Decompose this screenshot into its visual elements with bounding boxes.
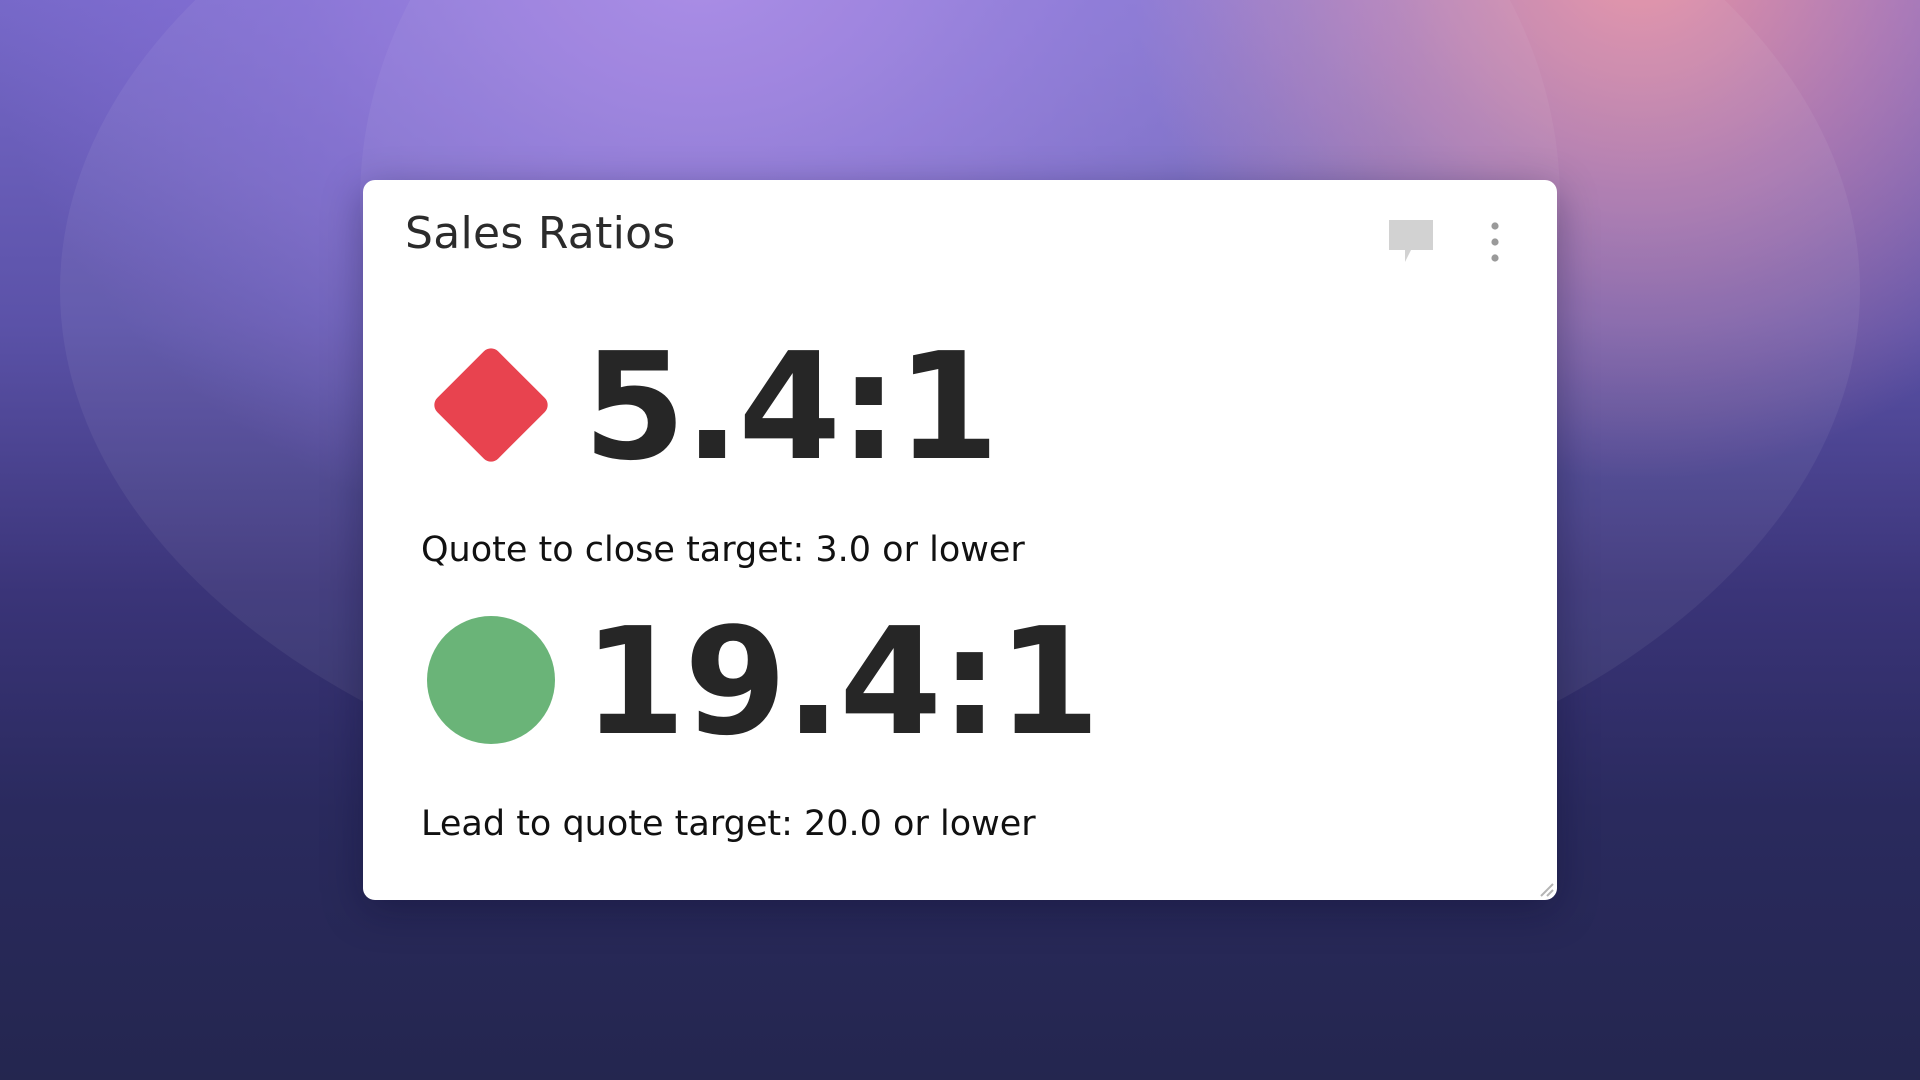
green-circle-icon: [427, 616, 555, 744]
comment-button[interactable]: [1387, 218, 1435, 268]
red-diamond-icon: [434, 348, 548, 462]
metric-caption: Lead to quote target: 20.0 or lower: [421, 804, 1036, 844]
widget-title: Sales Ratios: [405, 208, 676, 259]
vertical-ellipsis-icon: [1491, 222, 1499, 262]
metric-caption: Quote to close target: 3.0 or lower: [421, 530, 1025, 570]
metric-value: 19.4:1: [583, 596, 1100, 768]
resize-grip-icon: [1540, 883, 1554, 897]
resize-handle[interactable]: [1535, 878, 1555, 898]
sales-ratios-widget: Sales Ratios 5.4:1 Quote to close target…: [363, 180, 1557, 900]
metric-value: 5.4:1: [583, 321, 999, 493]
widget-menu-button[interactable]: [1485, 220, 1505, 272]
speech-bubble-icon: [1389, 220, 1433, 262]
